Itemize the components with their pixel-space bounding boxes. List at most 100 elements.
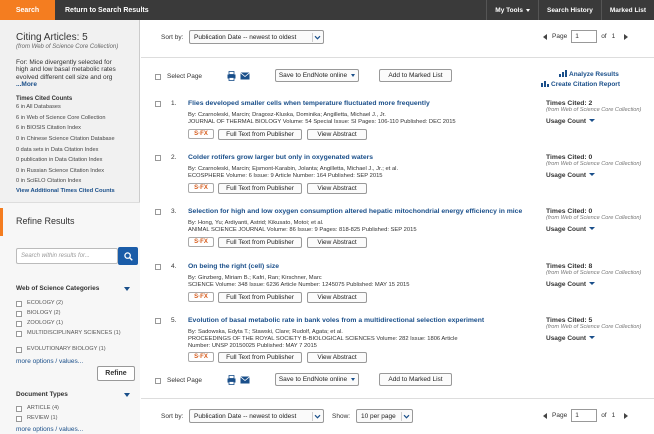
record-title-link[interactable]: Evolution of basal metabolic rate in ban… xyxy=(188,317,538,324)
view-abstract-button[interactable]: View Abstract xyxy=(307,183,367,194)
times-cited-count[interactable]: Times Cited: 8 xyxy=(546,263,646,270)
sort-bar-bottom: Sort by: Publication Date -- newest to o… xyxy=(141,398,654,434)
search-history-link[interactable]: Search History xyxy=(537,0,601,20)
next-page-icon[interactable] xyxy=(624,33,629,40)
sfx-button[interactable]: S·FX xyxy=(188,292,214,302)
refine-search-button[interactable] xyxy=(118,247,138,265)
full-text-button[interactable]: Full Text from Publisher xyxy=(218,237,302,248)
search-tab[interactable]: Search xyxy=(0,0,55,20)
record-title-link[interactable]: Selection for high and low oxygen consum… xyxy=(188,208,538,215)
times-cited-count[interactable]: 0 in SciELO Citation Index xyxy=(16,176,123,187)
category-item[interactable]: MULTIDISCIPLINARY SCIENCES (1) xyxy=(16,330,134,337)
view-abstract-button[interactable]: View Abstract xyxy=(307,129,367,140)
record-checkbox[interactable] xyxy=(155,154,161,161)
prev-page-icon[interactable] xyxy=(543,33,547,40)
record-title-link[interactable]: On being the right (cell) size xyxy=(188,263,538,270)
return-to-search-results-link[interactable]: Return to Search Results xyxy=(65,7,149,14)
refine-search-input[interactable]: Search within results for... xyxy=(16,248,118,264)
times-cited-count[interactable]: 0 publication in Data Citation Index xyxy=(16,155,123,166)
category-item[interactable]: ZOOLOGY (1) xyxy=(16,320,134,327)
times-cited-count[interactable]: 6 in BIOSIS Citation Index xyxy=(16,123,123,134)
sfx-button[interactable]: S·FX xyxy=(188,129,214,139)
add-to-marked-list-button[interactable]: Add to Marked List xyxy=(379,373,452,386)
doc-type-checkbox[interactable] xyxy=(16,405,22,412)
sfx-button[interactable]: S·FX xyxy=(188,183,214,193)
record-title-link[interactable]: Flies developed smaller cells when tempe… xyxy=(188,100,538,107)
times-cited-count[interactable]: 6 in Web of Science Core Collection xyxy=(16,113,123,124)
print-icon[interactable] xyxy=(227,71,236,81)
more-options-link[interactable]: more options / values... xyxy=(16,426,83,433)
per-page-select[interactable]: 10 per page xyxy=(356,409,413,423)
times-cited-count[interactable]: 0 in Chinese Science Citation Database xyxy=(16,134,123,145)
doc-type-checkbox[interactable] xyxy=(16,415,22,422)
category-item[interactable]: BIOLOGY (2) xyxy=(16,310,134,317)
select-page-checkbox[interactable] xyxy=(155,377,161,384)
email-icon[interactable] xyxy=(240,376,250,384)
view-abstract-button[interactable]: View Abstract xyxy=(307,352,367,363)
chevron-down-icon[interactable] xyxy=(124,287,130,291)
usage-count-toggle[interactable]: Usage Count xyxy=(546,335,646,342)
times-cited-count[interactable]: Times Cited: 2 xyxy=(546,100,646,107)
analyze-results-link[interactable]: Analyze Results xyxy=(559,70,619,78)
save-to-endnote-select[interactable]: Save to EndNote online xyxy=(275,69,359,82)
times-cited-count[interactable]: Times Cited: 0 xyxy=(546,154,646,161)
save-to-endnote-select[interactable]: Save to EndNote online xyxy=(275,373,359,386)
full-text-button[interactable]: Full Text from Publisher xyxy=(218,292,302,303)
next-page-icon[interactable] xyxy=(624,412,629,419)
doc-type-item[interactable]: ARTICLE (4) xyxy=(16,405,134,412)
document-types-heading[interactable]: Document Types xyxy=(16,391,68,398)
prev-page-icon[interactable] xyxy=(543,412,547,419)
view-additional-counts-link[interactable]: View Additional Times Cited Counts xyxy=(16,188,123,194)
more-options-link[interactable]: more options / values... xyxy=(16,358,83,365)
record-checkbox[interactable] xyxy=(155,208,161,215)
record-source-continued: Number: UNSP 20150025 Published: MAY 7 2… xyxy=(188,343,317,349)
full-text-button[interactable]: Full Text from Publisher xyxy=(218,129,302,140)
marked-list-link[interactable]: Marked List xyxy=(600,0,654,20)
times-cited-count[interactable]: Times Cited: 5 xyxy=(546,317,646,324)
times-cited-source: (from Web of Science Core Collection) xyxy=(546,161,642,167)
page-label: Page xyxy=(552,33,568,40)
times-cited-count[interactable]: 0 in Russian Science Citation Index xyxy=(16,166,123,177)
record-checkbox[interactable] xyxy=(155,263,161,270)
select-page-checkbox[interactable] xyxy=(155,73,161,80)
category-checkbox[interactable] xyxy=(16,346,22,353)
category-checkbox[interactable] xyxy=(16,320,22,327)
wos-categories-heading[interactable]: Web of Science Categories xyxy=(16,285,99,292)
usage-count-toggle[interactable]: Usage Count xyxy=(546,226,646,233)
chevron-down-icon xyxy=(525,8,530,12)
record-title-link[interactable]: Colder rotifers grow larger but only in … xyxy=(188,154,538,161)
view-abstract-button[interactable]: View Abstract xyxy=(307,292,367,303)
sort-select[interactable]: Publication Date -- newest to oldest xyxy=(189,30,324,44)
more-link[interactable]: ...More xyxy=(16,81,123,88)
sfx-button[interactable]: S·FX xyxy=(188,237,214,247)
category-checkbox[interactable] xyxy=(16,330,22,337)
full-text-button[interactable]: Full Text from Publisher xyxy=(218,352,302,363)
times-cited-count[interactable]: 6 in All Databases xyxy=(16,102,123,113)
doc-type-item[interactable]: REVIEW (1) xyxy=(16,415,134,422)
add-to-marked-list-button[interactable]: Add to Marked List xyxy=(379,69,452,82)
record-checkbox[interactable] xyxy=(155,100,161,107)
refine-button[interactable]: Refine xyxy=(97,366,135,381)
usage-count-toggle[interactable]: Usage Count xyxy=(546,281,646,288)
page-number-input[interactable]: 1 xyxy=(571,30,598,43)
category-item[interactable]: ECOLOGY (2) xyxy=(16,300,134,307)
sort-select[interactable]: Publication Date -- newest to oldest xyxy=(189,409,324,423)
sfx-button[interactable]: S·FX xyxy=(188,352,214,362)
times-cited-count[interactable]: Times Cited: 0 xyxy=(546,208,646,215)
my-tools-menu[interactable]: My Tools xyxy=(486,0,538,20)
usage-count-toggle[interactable]: Usage Count xyxy=(546,172,646,179)
view-abstract-button[interactable]: View Abstract xyxy=(307,237,367,248)
category-item[interactable]: EVOLUTIONARY BIOLOGY (1) xyxy=(16,346,134,353)
usage-count-toggle[interactable]: Usage Count xyxy=(546,118,646,125)
category-checkbox[interactable] xyxy=(16,300,22,307)
print-icon[interactable] xyxy=(227,375,236,385)
record-checkbox[interactable] xyxy=(155,317,161,324)
create-citation-report-link[interactable]: Create Citation Report xyxy=(541,80,620,88)
page-number-input[interactable]: 1 xyxy=(571,409,598,422)
total-pages: 1 xyxy=(611,412,616,419)
category-checkbox[interactable] xyxy=(16,310,22,317)
full-text-button[interactable]: Full Text from Publisher xyxy=(218,183,302,194)
times-cited-count[interactable]: 0 data sets in Data Citation Index xyxy=(16,145,123,156)
email-icon[interactable] xyxy=(240,72,250,80)
chevron-down-icon[interactable] xyxy=(124,393,130,397)
